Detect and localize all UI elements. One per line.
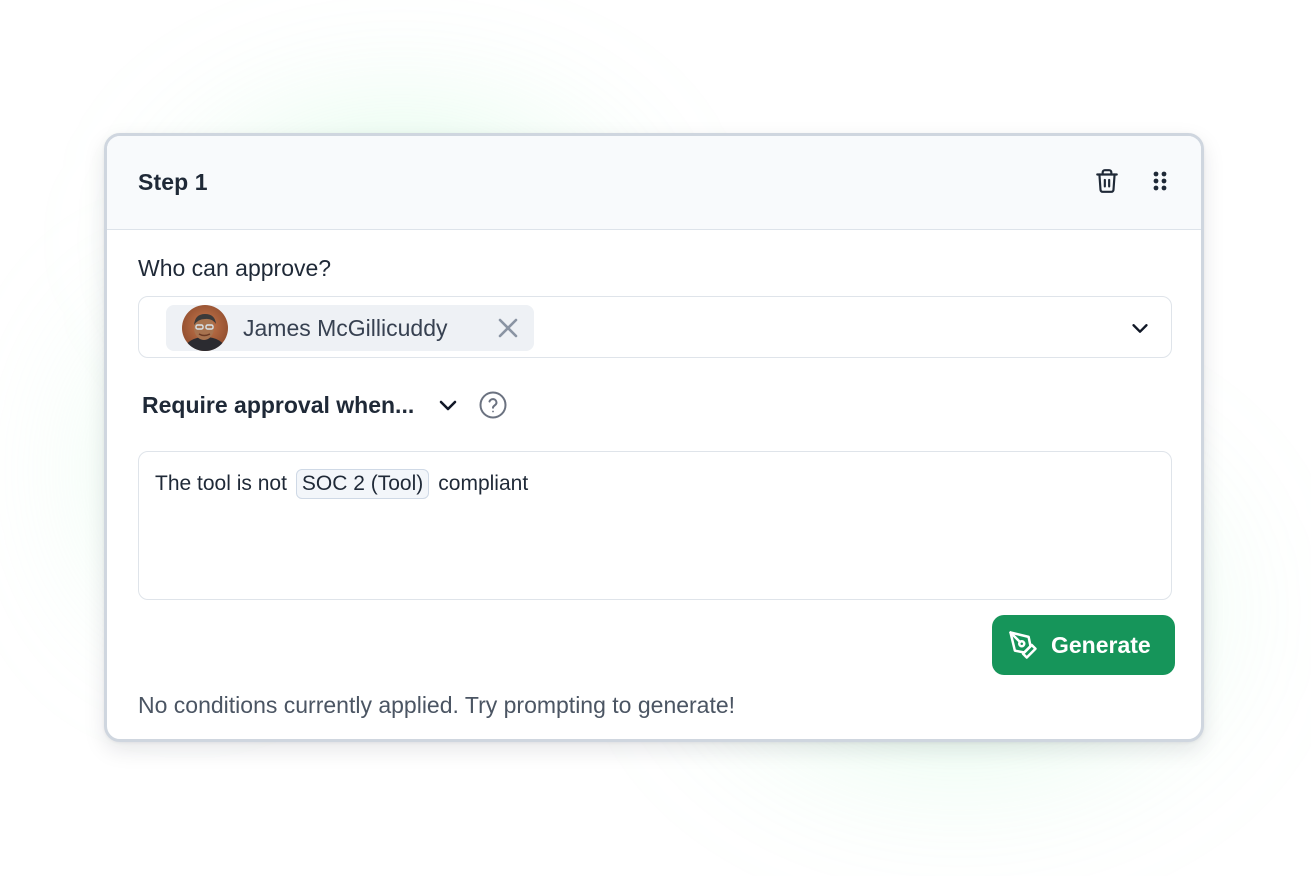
require-approval-label: Require approval when... bbox=[142, 391, 415, 418]
drag-handle-icon bbox=[1153, 171, 1167, 191]
approval-step-card: Step 1 Who can approve? James McGillicud… bbox=[104, 133, 1204, 742]
approvers-label: Who can approve? bbox=[138, 255, 332, 281]
chevron-down-icon[interactable] bbox=[436, 393, 460, 417]
prompt-token[interactable]: SOC 2 (Tool) bbox=[295, 469, 430, 499]
conditions-status: No conditions currently applied. Try pro… bbox=[138, 692, 736, 718]
card-header: Step 1 bbox=[107, 136, 1201, 230]
generate-label: Generate bbox=[1051, 632, 1151, 658]
close-icon[interactable] bbox=[496, 316, 520, 340]
trash-icon bbox=[1096, 169, 1118, 193]
prompt-suffix: compliant bbox=[438, 472, 529, 495]
pen-tool-icon bbox=[1009, 631, 1037, 659]
approver-name: James McGillicuddy bbox=[243, 315, 448, 341]
avatar bbox=[182, 305, 228, 351]
approver-select[interactable]: James McGillicuddy bbox=[138, 296, 1172, 358]
prompt-prefix: The tool is not bbox=[155, 472, 287, 495]
drag-handle-button[interactable] bbox=[1145, 166, 1175, 196]
condition-prompt-input[interactable]: The tool is not SOC 2 (Tool) compliant bbox=[138, 451, 1172, 600]
help-circle-icon[interactable] bbox=[478, 390, 508, 420]
delete-step-button[interactable] bbox=[1092, 166, 1122, 196]
generate-button[interactable]: Generate bbox=[992, 615, 1175, 675]
chevron-down-icon bbox=[1132, 324, 1148, 333]
step-title: Step 1 bbox=[138, 169, 208, 195]
prompt-content: The tool is not SOC 2 (Tool) compliant bbox=[155, 467, 1155, 501]
require-approval-row: Require approval when... bbox=[142, 387, 508, 423]
approver-chip: James McGillicuddy bbox=[166, 305, 534, 351]
